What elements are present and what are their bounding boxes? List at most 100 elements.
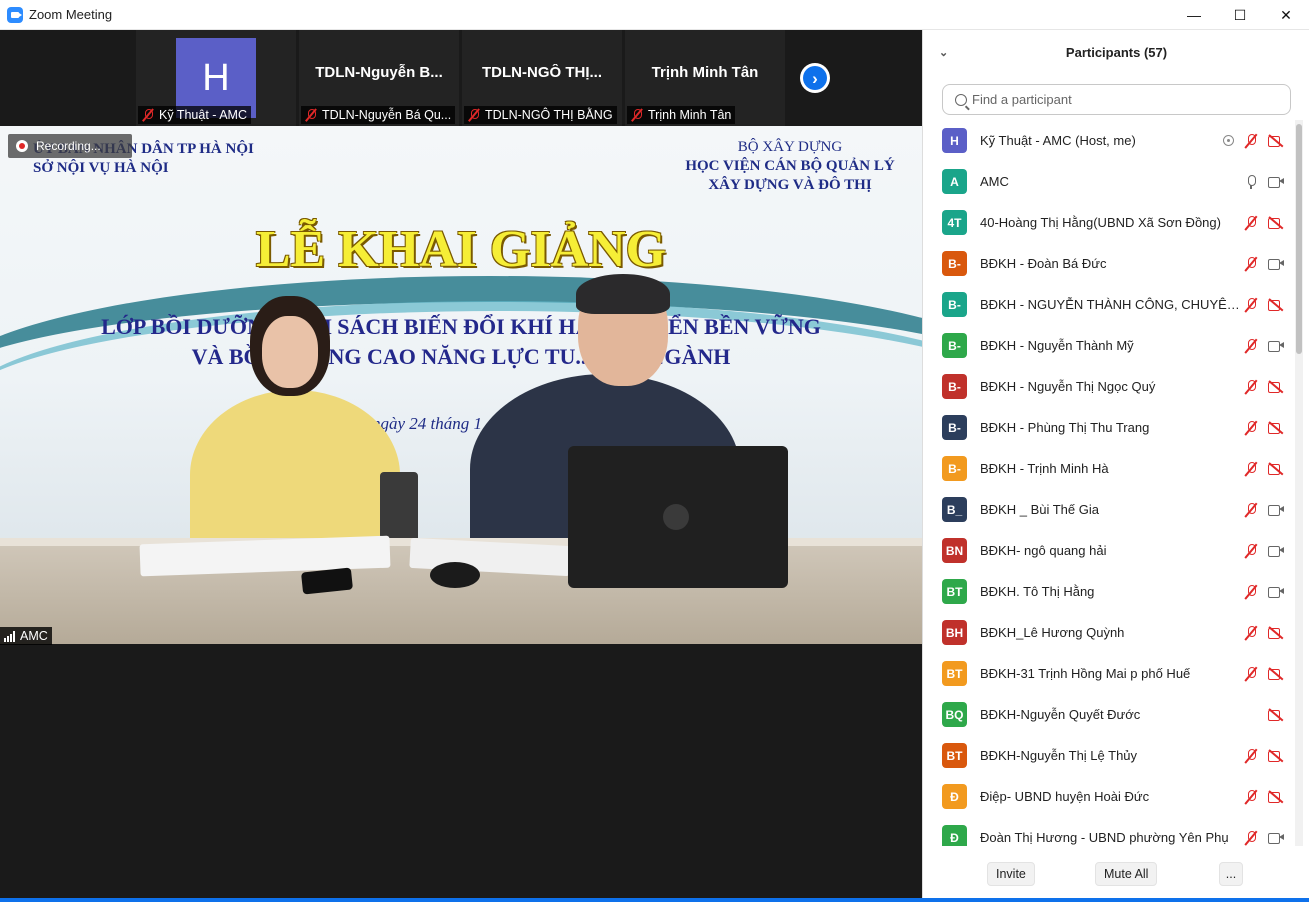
- participant-row[interactable]: B- BĐKH - NGUYỄN THÀNH CÔNG, CHUYÊN ...: [923, 284, 1295, 325]
- video-off-icon[interactable]: [1267, 214, 1285, 232]
- scroll-thumb[interactable]: [1296, 124, 1302, 354]
- video-camera-icon[interactable]: [1267, 255, 1285, 273]
- gallery-tile[interactable]: Trịnh Minh Tân Trịnh Minh Tân: [625, 30, 785, 126]
- participant-row[interactable]: Đ Điệp- UBND huyện Hoài Đức: [923, 776, 1295, 817]
- participant-row[interactable]: B- BĐKH - Nguyễn Thị Ngọc Quý: [923, 366, 1295, 407]
- participant-list: H Kỹ Thuật - AMC (Host, me) A AMC 4T 40-Hoàng…: [923, 120, 1295, 846]
- participant-search-input[interactable]: Find a participant: [942, 84, 1291, 115]
- video-camera-icon[interactable]: [1267, 829, 1285, 847]
- sharing-status-icon-slot: [1219, 132, 1237, 150]
- recording-indicator[interactable]: Recording...: [8, 134, 132, 158]
- video-off-icon[interactable]: [1267, 296, 1285, 314]
- gallery-tile[interactable]: TDLN-NGÔ THỊ... TDLN-NGÔ THỊ BẰNG: [462, 30, 622, 126]
- mute-all-button[interactable]: Mute All: [1095, 862, 1158, 886]
- muted-mic-icon[interactable]: [1242, 132, 1260, 150]
- invite-button[interactable]: Invite: [987, 862, 1035, 886]
- participant-name: AMC: [980, 174, 1009, 189]
- video-camera-icon[interactable]: [1267, 337, 1285, 355]
- muted-mic-icon[interactable]: [1242, 419, 1260, 437]
- participant-name: BĐKH- ngô quang hải: [980, 543, 1107, 558]
- more-button[interactable]: ...: [1219, 862, 1243, 886]
- participant-row[interactable]: Đ Đoàn Thị Hương - UBND phường Yên Phụ: [923, 817, 1295, 846]
- participant-name: BĐKH_Lê Hương Quỳnh: [980, 625, 1125, 640]
- participant-row[interactable]: BH BĐKH_Lê Hương Quỳnh: [923, 612, 1295, 653]
- muted-mic-icon[interactable]: [1242, 501, 1260, 519]
- participant-list-scrollbar[interactable]: [1295, 120, 1303, 846]
- participant-avatar: B-: [942, 415, 967, 440]
- participant-name: BĐKH - NGUYỄN THÀNH CÔNG, CHUYÊN ...: [980, 297, 1240, 312]
- participant-row[interactable]: B- BĐKH - Phùng Thị Thu Trang: [923, 407, 1295, 448]
- video-off-icon[interactable]: [1267, 747, 1285, 765]
- muted-mic-icon[interactable]: [1242, 624, 1260, 642]
- video-off-icon[interactable]: [1267, 788, 1285, 806]
- video-off-icon[interactable]: [1267, 460, 1285, 478]
- participant-row[interactable]: 4T 40-Hoàng Thị Hằng(UBND Xã Sơn Đồng): [923, 202, 1295, 243]
- participant-row[interactable]: BT BĐKH. Tô Thị Hằng: [923, 571, 1295, 612]
- muted-mic-icon[interactable]: [1242, 747, 1260, 765]
- participant-name: 40-Hoàng Thị Hằng(UBND Xã Sơn Đồng): [980, 215, 1221, 230]
- participant-row[interactable]: B_ BĐKH _ Bùi Thế Gia: [923, 489, 1295, 530]
- record-icon: [16, 140, 28, 152]
- video-camera-icon[interactable]: [1267, 583, 1285, 601]
- video-camera-icon[interactable]: [1267, 501, 1285, 519]
- chevron-down-icon[interactable]: ⌄: [939, 46, 948, 59]
- speaker-caption: AMC: [0, 627, 52, 645]
- video-off-icon[interactable]: [1267, 665, 1285, 683]
- recording-label: Recording...: [36, 139, 101, 153]
- title-bar: Zoom Meeting — ☐ ✕: [0, 0, 1309, 30]
- video-off-icon[interactable]: [1267, 132, 1285, 150]
- muted-mic-icon[interactable]: [1242, 665, 1260, 683]
- participant-row[interactable]: B- BĐKH - Nguyễn Thành Mỹ: [923, 325, 1295, 366]
- participant-avatar: B-: [942, 251, 967, 276]
- participant-avatar: BH: [942, 620, 967, 645]
- muted-mic-icon[interactable]: [1242, 214, 1260, 232]
- slide-org-left-line: SỞ NỘI VỤ HÀ NỘI: [33, 160, 169, 176]
- participant-row[interactable]: A AMC: [923, 161, 1295, 202]
- tile-caption: TDLN-NGÔ THỊ BẰNG: [464, 106, 617, 124]
- participant-row[interactable]: BT BĐKH-Nguyễn Thị Lệ Thủy: [923, 735, 1295, 776]
- tile-caption-text: TDLN-NGÔ THỊ BẰNG: [485, 108, 613, 122]
- gallery-tile[interactable]: TDLN-Nguyễn B... TDLN-Nguyễn Bá Qu...: [299, 30, 459, 126]
- muted-mic-icon[interactable]: [1242, 378, 1260, 396]
- participant-row[interactable]: B- BĐKH - Trịnh Minh Hà: [923, 448, 1295, 489]
- close-button[interactable]: ✕: [1263, 0, 1309, 30]
- participant-avatar: B-: [942, 456, 967, 481]
- panel-footer: Invite Mute All ...: [923, 856, 1309, 896]
- muted-mic-icon[interactable]: [1242, 296, 1260, 314]
- participant-avatar: H: [942, 128, 967, 153]
- participant-row[interactable]: BQ BĐKH-Nguyễn Quyết Đước: [923, 694, 1295, 735]
- presenter-right-hair: [576, 274, 670, 314]
- video-off-icon[interactable]: [1267, 419, 1285, 437]
- participant-row[interactable]: H Kỹ Thuật - AMC (Host, me): [923, 120, 1295, 161]
- mic-icon[interactable]: [1242, 173, 1260, 191]
- video-off-icon[interactable]: [1267, 706, 1285, 724]
- tile-caption-text: TDLN-Nguyễn Bá Qu...: [322, 108, 452, 122]
- gallery-tile[interactable]: H Kỹ Thuật - AMC: [136, 30, 296, 126]
- muted-mic-icon[interactable]: [1242, 460, 1260, 478]
- participant-name: BĐKH. Tô Thị Hằng: [980, 584, 1095, 599]
- muted-mic-icon[interactable]: [1242, 829, 1260, 847]
- maximize-button[interactable]: ☐: [1217, 0, 1263, 30]
- muted-mic-icon[interactable]: [1242, 542, 1260, 560]
- video-off-icon[interactable]: [1267, 624, 1285, 642]
- video-camera-icon[interactable]: [1267, 542, 1285, 560]
- participant-row[interactable]: B- BĐKH - Đoàn Bá Đức: [923, 243, 1295, 284]
- participant-name: BĐKH - Nguyễn Thành Mỹ: [980, 338, 1134, 353]
- video-off-icon[interactable]: [1267, 378, 1285, 396]
- slide-headline: LỄ KHAI GIẢNG: [255, 221, 667, 278]
- participant-avatar: B-: [942, 374, 967, 399]
- participant-name: BĐKH-31 Trịnh Hồng Mai p phố Huế: [980, 666, 1191, 681]
- muted-mic-icon[interactable]: [1242, 255, 1260, 273]
- slide-org-right: BỘ XÂY DỰNG HỌC VIỆN CÁN BỘ QUẢN LÝ XÂY …: [670, 138, 910, 195]
- muted-mic-icon: [631, 108, 643, 122]
- gallery-next-button[interactable]: ›: [800, 63, 830, 93]
- minimize-button[interactable]: —: [1171, 0, 1217, 30]
- zoom-logo-icon: [7, 6, 23, 23]
- muted-mic-icon[interactable]: [1242, 583, 1260, 601]
- muted-mic-icon[interactable]: [1242, 337, 1260, 355]
- participant-avatar: A: [942, 169, 967, 194]
- muted-mic-icon[interactable]: [1242, 788, 1260, 806]
- participant-row[interactable]: BN BĐKH- ngô quang hải: [923, 530, 1295, 571]
- participant-row[interactable]: BT BĐKH-31 Trịnh Hồng Mai p phố Huế: [923, 653, 1295, 694]
- video-camera-icon[interactable]: [1267, 173, 1285, 191]
